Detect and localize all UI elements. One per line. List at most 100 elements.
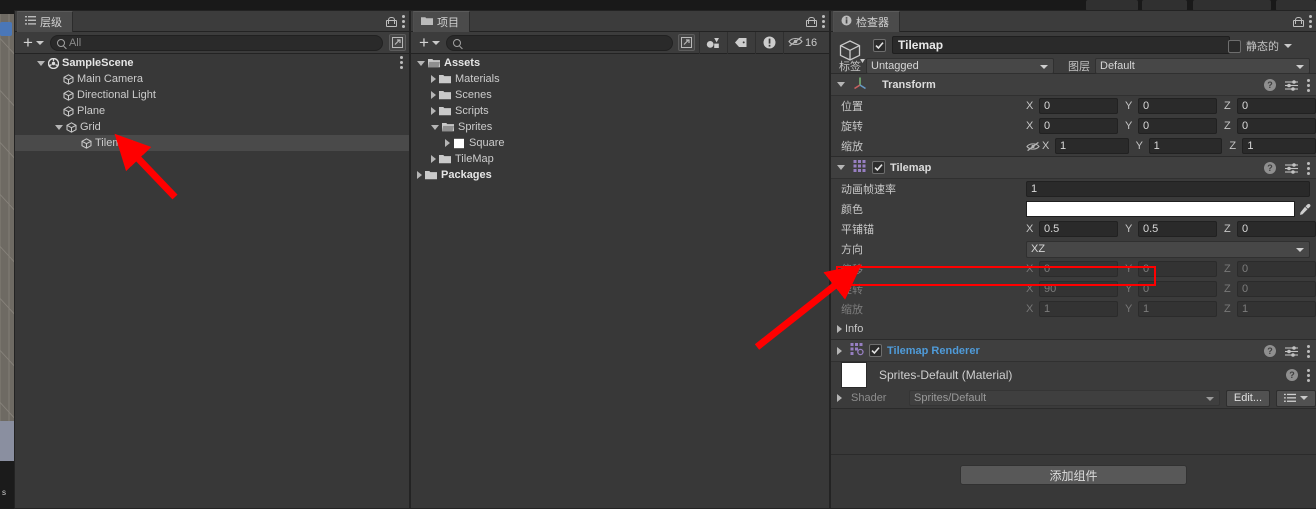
transform-row-0-x[interactable]: 0	[1039, 98, 1118, 114]
tab-inspector[interactable]: 检查器	[833, 11, 900, 32]
chevron-down-icon[interactable]	[55, 124, 63, 130]
lock-icon[interactable]	[1293, 16, 1304, 27]
tilemap-row-6-y[interactable]: 1	[1138, 301, 1217, 317]
transform-row-0-z[interactable]: 0	[1237, 98, 1316, 114]
help-icon[interactable]: ?	[1264, 162, 1276, 174]
component-menu-icon[interactable]	[1307, 344, 1310, 358]
shader-dropdown[interactable]: Sprites/Default	[909, 390, 1220, 406]
add-component-button[interactable]: 添加组件	[960, 465, 1187, 485]
tab-project[interactable]: 项目	[413, 11, 470, 32]
chevron-down-icon[interactable]	[837, 165, 845, 170]
hierarchy-search-input[interactable]: All	[49, 34, 383, 51]
chevron-right-icon[interactable]	[837, 394, 842, 402]
chevron-right-icon[interactable]	[431, 75, 436, 83]
material-row[interactable]: Sprites-Default (Material) ?	[831, 362, 1316, 388]
project-popout-button[interactable]	[677, 34, 695, 51]
object-name-field[interactable]: Tilemap	[892, 36, 1230, 54]
tilemap-row-6-x[interactable]: 1	[1039, 301, 1118, 317]
layer-dropdown[interactable]: Default	[1095, 58, 1310, 74]
component-menu-icon[interactable]	[1307, 161, 1310, 175]
transform-row-1-z[interactable]: 0	[1237, 118, 1316, 134]
component-tilemap-enabled-checkbox[interactable]	[872, 161, 885, 174]
hierarchy-item-grid[interactable]: Grid	[15, 119, 409, 135]
transform-row-2-z[interactable]: 1	[1242, 138, 1316, 154]
static-toggle-group[interactable]: 静态的	[1228, 38, 1292, 54]
chevron-right-icon[interactable]	[431, 155, 436, 163]
chevron-right-icon[interactable]	[417, 171, 422, 179]
tilemap-row-2-x[interactable]: 0.5	[1039, 221, 1118, 237]
eyedropper-icon[interactable]	[1298, 201, 1312, 217]
transform-row-0-y[interactable]: 0	[1138, 98, 1217, 114]
project-item-scenes[interactable]: Scenes	[411, 87, 829, 103]
chevron-right-icon[interactable]	[837, 325, 842, 333]
lock-icon[interactable]	[806, 16, 817, 27]
hierarchy-popout-button[interactable]	[389, 34, 406, 51]
project-add-button[interactable]: +	[411, 33, 446, 53]
chevron-right-icon[interactable]	[431, 107, 436, 115]
chevron-down-icon[interactable]	[837, 82, 845, 87]
hierarchy-item-main-camera[interactable]: Main Camera	[15, 71, 409, 87]
chevron-down-icon[interactable]	[1284, 44, 1292, 48]
label-icon[interactable]	[726, 31, 755, 54]
component-tilemap-header[interactable]: Tilemap ?	[831, 157, 1316, 179]
object-enabled-checkbox[interactable]	[873, 39, 886, 52]
component-transform-header[interactable]: Transform ?	[831, 74, 1316, 96]
tilemap-row-4-z[interactable]: 0	[1237, 261, 1316, 277]
transform-row-2-y[interactable]: 1	[1148, 138, 1223, 154]
project-item-packages[interactable]: Packages	[411, 167, 829, 183]
project-search-input[interactable]	[445, 34, 673, 51]
tilemap-row-2-y[interactable]: 0.5	[1138, 221, 1217, 237]
transform-row-1-x[interactable]: 0	[1039, 118, 1118, 134]
hierarchy-item-plane[interactable]: Plane	[15, 103, 409, 119]
tilemap-row-5-z[interactable]: 0	[1237, 281, 1316, 297]
component-menu-icon[interactable]	[1307, 78, 1310, 92]
scene-toolbar-button-sliver[interactable]	[0, 22, 12, 36]
hierarchy-item-directional-light[interactable]: Directional Light	[15, 87, 409, 103]
chevron-right-icon[interactable]	[445, 139, 450, 147]
chevron-right-icon[interactable]	[431, 91, 436, 99]
preset-icon[interactable]	[1285, 162, 1298, 174]
project-item-materials[interactable]: Materials	[411, 71, 829, 87]
project-item-tilemap[interactable]: TileMap	[411, 151, 829, 167]
tilemap-row-7[interactable]: Info	[831, 319, 1316, 339]
lock-icon[interactable]	[386, 16, 397, 27]
transform-row-1-y[interactable]: 0	[1138, 118, 1217, 134]
chevron-down-icon[interactable]	[431, 124, 439, 130]
preset-icon[interactable]	[1285, 345, 1298, 357]
transform-row-2-x[interactable]: 1	[1055, 138, 1129, 154]
help-icon[interactable]: ?	[1286, 369, 1298, 381]
tilemap-row-2-z[interactable]: 0	[1237, 221, 1316, 237]
project-menu-icon[interactable]	[822, 15, 825, 28]
hidden-objects-counter[interactable]: 16	[782, 31, 822, 54]
help-icon[interactable]: ?	[1264, 345, 1276, 357]
tag-dropdown[interactable]: Untagged	[866, 58, 1054, 74]
project-item-square[interactable]: Square	[411, 135, 829, 151]
constrain-proportions-icon[interactable]	[1026, 141, 1040, 152]
tab-hierarchy[interactable]: 层级	[17, 11, 73, 32]
tilemap-row-6-z[interactable]: 1	[1237, 301, 1316, 317]
tilemap-row-3-dropdown[interactable]: XZ	[1026, 240, 1310, 258]
shader-options-button[interactable]	[1276, 389, 1316, 407]
component-tilemap-renderer-header[interactable]: Tilemap Renderer ?	[831, 340, 1316, 362]
project-item-assets[interactable]: Assets	[411, 55, 829, 71]
component-renderer-enabled-checkbox[interactable]	[869, 344, 882, 357]
tilemap-row-1-swatch[interactable]	[1026, 201, 1295, 217]
static-checkbox[interactable]	[1228, 39, 1241, 53]
help-icon[interactable]: ?	[1264, 79, 1276, 91]
warning-icon[interactable]	[754, 31, 783, 54]
chevron-down-icon[interactable]	[417, 60, 425, 66]
project-item-sprites[interactable]: Sprites	[411, 119, 829, 135]
favorites-icon[interactable]	[698, 31, 727, 54]
project-item-scripts[interactable]: Scripts	[411, 103, 829, 119]
hierarchy-item-samplescene[interactable]: SampleScene	[15, 55, 409, 71]
material-menu-icon[interactable]	[1307, 368, 1310, 382]
chevron-down-icon[interactable]	[37, 60, 45, 66]
chevron-right-icon[interactable]	[837, 346, 842, 355]
inspector-menu-icon[interactable]	[1309, 15, 1312, 28]
scene-menu-icon[interactable]	[400, 56, 403, 69]
hierarchy-item-tilemap[interactable]: Tilemap	[15, 135, 409, 151]
hierarchy-add-button[interactable]: +	[15, 33, 50, 53]
shader-edit-button[interactable]: Edit...	[1225, 389, 1270, 407]
hierarchy-menu-icon[interactable]	[402, 15, 405, 28]
tilemap-row-0-value[interactable]: 1	[1026, 181, 1310, 197]
